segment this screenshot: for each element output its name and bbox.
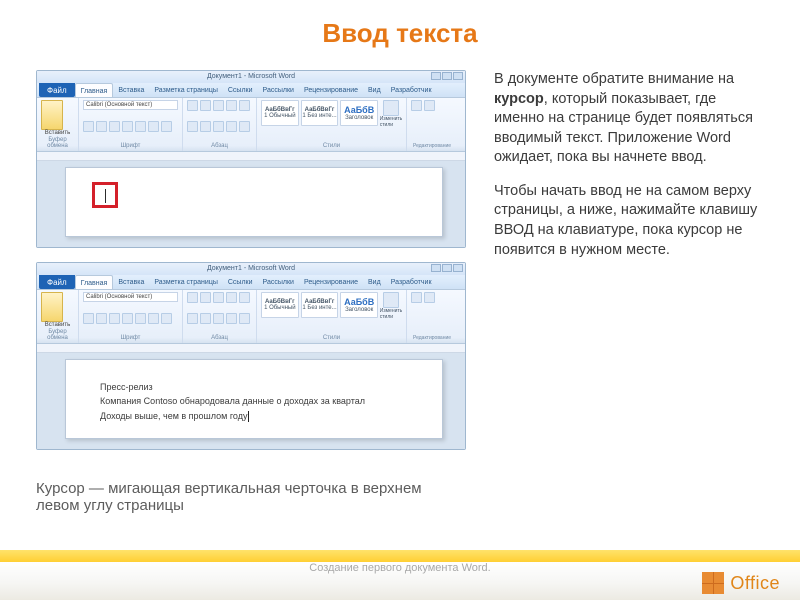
editing-label: Редактирование	[411, 334, 453, 341]
font-label: Шрифт	[83, 142, 178, 149]
ribbon-group-styles: АаБбВвГг1 Обычный АаБбВвГг1 Без инте... …	[257, 98, 407, 151]
doc-line-3: Доходы выше, чем в прошлом году	[100, 409, 414, 423]
ribbon: Вставить Буфер обмена Calibri (Основной …	[37, 98, 465, 152]
font-name-combo[interactable]: Calibri (Основной текст)	[83, 292, 178, 302]
tab-view[interactable]: Вид	[363, 275, 386, 289]
window-titlebar: Документ1 - Microsoft Word	[37, 263, 465, 275]
font-label: Шрифт	[83, 334, 178, 341]
tab-refs[interactable]: Ссылки	[223, 275, 258, 289]
tab-dev[interactable]: Разработчик	[386, 275, 437, 289]
ruler	[37, 344, 465, 353]
tab-home[interactable]: Главная	[75, 275, 114, 289]
ribbon-group-editing: Редактирование	[407, 290, 457, 343]
window-title: Документ1 - Microsoft Word	[207, 73, 295, 80]
tab-review[interactable]: Рецензирование	[299, 83, 363, 97]
cursor-highlight-box	[92, 182, 118, 208]
change-styles-icon[interactable]	[383, 100, 399, 116]
ribbon-group-clipboard: Вставить Буфер обмена	[37, 290, 79, 343]
style-normal[interactable]: АаБбВвГг1 Обычный	[261, 100, 299, 126]
ribbon-group-clipboard: Вставить Буфер обмена	[37, 98, 79, 151]
ribbon: Вставить Буфер обмена Calibri (Основной …	[37, 290, 465, 344]
paste-icon[interactable]	[41, 292, 63, 322]
font-buttons	[83, 313, 178, 324]
document-page[interactable]: Пресс-релиз Компания Contoso обнародовал…	[65, 359, 443, 439]
office-logo-text: Office	[730, 573, 780, 594]
caption: Курсор — мигающая вертикальная черточка …	[36, 480, 466, 514]
ribbon-group-font: Calibri (Основной текст) Шрифт	[79, 98, 183, 151]
doc-line-2: Компания Contoso обнародовала данные о д…	[100, 394, 414, 408]
ribbon-group-paragraph: Абзац	[183, 98, 257, 151]
style-heading[interactable]: АаБбВЗаголовок	[340, 292, 378, 318]
font-buttons	[83, 121, 178, 132]
tab-dev[interactable]: Разработчик	[386, 83, 437, 97]
ribbon-tabs: Файл Главная Вставка Разметка страницы С…	[37, 275, 465, 290]
tab-file[interactable]: Файл	[39, 275, 75, 289]
tab-mail[interactable]: Рассылки	[258, 83, 299, 97]
ribbon-group-paragraph: Абзац	[183, 290, 257, 343]
body-text: В документе обратите внимание на курсор,…	[494, 70, 770, 450]
style-normal[interactable]: АаБбВвГг1 Обычный	[261, 292, 299, 318]
style-nospace[interactable]: АаБбВвГг1 Без инте...	[301, 292, 339, 318]
styles-label: Стили	[261, 334, 402, 341]
tab-insert[interactable]: Вставка	[113, 83, 149, 97]
tab-refs[interactable]: Ссылки	[223, 83, 258, 97]
paste-icon[interactable]	[41, 100, 63, 130]
style-gallery[interactable]: АаБбВвГг1 Обычный АаБбВвГг1 Без инте... …	[261, 100, 402, 128]
ribbon-tabs: Файл Главная Вставка Разметка страницы С…	[37, 83, 465, 98]
doc-line-1: Пресс-релиз	[100, 380, 414, 394]
paragraph-2: Чтобы начать ввод не на самом верху стра…	[494, 182, 770, 260]
content-row: Документ1 - Microsoft Word Файл Главная …	[36, 70, 770, 450]
style-nospace[interactable]: АаБбВвГг1 Без инте...	[301, 100, 339, 126]
paragraph-1: В документе обратите внимание на курсор,…	[494, 70, 770, 168]
footer-text: Создание первого документа Word.	[0, 562, 800, 574]
tab-mail[interactable]: Рассылки	[258, 275, 299, 289]
word-window-2: Документ1 - Microsoft Word Файл Главная …	[36, 262, 466, 450]
slide: Ввод текста Документ1 - Microsoft Word Ф…	[0, 0, 800, 600]
window-titlebar: Документ1 - Microsoft Word	[37, 71, 465, 83]
window-controls	[431, 264, 463, 272]
tab-layout[interactable]: Разметка страницы	[149, 275, 223, 289]
office-logo-icon	[702, 572, 724, 594]
window-title: Документ1 - Microsoft Word	[207, 265, 295, 272]
ribbon-group-font: Calibri (Основной текст) Шрифт	[79, 290, 183, 343]
clipboard-label: Буфер обмена	[41, 136, 74, 149]
tab-insert[interactable]: Вставка	[113, 275, 149, 289]
page-area	[37, 161, 465, 247]
tab-file[interactable]: Файл	[39, 83, 75, 97]
editing-label: Редактирование	[411, 142, 453, 149]
para-buttons-1	[187, 100, 252, 111]
paragraph-label: Абзац	[187, 334, 252, 341]
text-cursor	[248, 411, 249, 422]
window-controls	[431, 72, 463, 80]
styles-label: Стили	[261, 142, 402, 149]
document-page[interactable]	[65, 167, 443, 237]
style-heading[interactable]: АаБбВЗаголовок	[340, 100, 378, 126]
word-window-1: Документ1 - Microsoft Word Файл Главная …	[36, 70, 466, 248]
ribbon-group-editing: Редактирование	[407, 98, 457, 151]
tab-review[interactable]: Рецензирование	[299, 275, 363, 289]
office-logo: Office	[702, 572, 780, 594]
change-styles-icon[interactable]	[383, 292, 399, 308]
ruler	[37, 152, 465, 161]
font-name-combo[interactable]: Calibri (Основной текст)	[83, 100, 178, 110]
tab-view[interactable]: Вид	[363, 83, 386, 97]
clipboard-label: Буфер обмена	[41, 328, 74, 341]
editing-buttons	[411, 100, 453, 111]
paragraph-label: Абзац	[187, 142, 252, 149]
tab-home[interactable]: Главная	[75, 83, 114, 97]
screenshot-column: Документ1 - Microsoft Word Файл Главная …	[36, 70, 466, 450]
page-area: Пресс-релиз Компания Contoso обнародовал…	[37, 353, 465, 449]
tab-layout[interactable]: Разметка страницы	[149, 83, 223, 97]
style-gallery[interactable]: АаБбВвГг1 Обычный АаБбВвГг1 Без инте... …	[261, 292, 402, 320]
para-buttons-2	[187, 121, 252, 132]
ribbon-group-styles: АаБбВвГг1 Обычный АаБбВвГг1 Без инте... …	[257, 290, 407, 343]
slide-title: Ввод текста	[0, 0, 800, 49]
